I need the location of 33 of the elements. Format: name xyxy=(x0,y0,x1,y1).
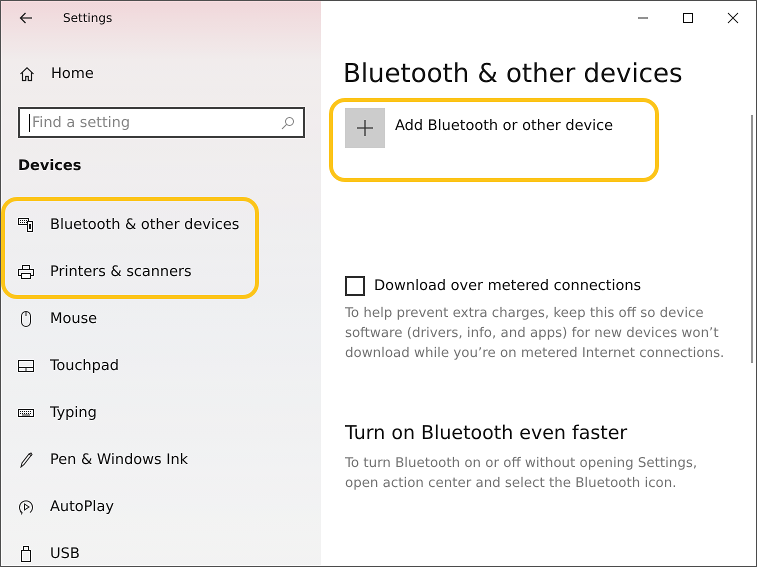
home-link[interactable]: Home xyxy=(1,62,94,86)
window-title: Settings xyxy=(63,11,112,25)
add-device-button[interactable]: Add Bluetooth or other device xyxy=(345,108,613,148)
metered-checkbox[interactable]: Download over metered connections xyxy=(345,276,642,296)
nav-item[interactable]: Pen & Windows Ink xyxy=(1,436,188,483)
checkbox[interactable] xyxy=(345,276,365,296)
page-title: Bluetooth & other devices xyxy=(343,58,682,90)
plus-icon xyxy=(345,108,385,148)
section-heading: Turn on Bluetooth even faster xyxy=(345,421,628,446)
mouse-icon xyxy=(18,310,34,326)
nav-item[interactable]: USB xyxy=(1,530,80,566)
bluetooth-tip: To turn Bluetooth on or off without opening Settings, open action center and select the Bluetooth icon. xyxy=(345,455,698,493)
search-box[interactable]: Find a setting xyxy=(18,107,305,138)
nav-item[interactable]: Printers & scanners xyxy=(1,248,192,295)
pen-icon xyxy=(18,452,34,468)
search-field[interactable]: Find a setting xyxy=(29,114,281,132)
nav-item[interactable]: Bluetooth & other devices xyxy=(1,201,240,248)
usb-icon xyxy=(18,546,34,562)
nav-item[interactable]: Touchpad xyxy=(1,342,119,389)
nav-item[interactable]: AutoPlay xyxy=(1,483,114,530)
search-icon xyxy=(281,116,295,130)
keyboard-phone-icon xyxy=(18,216,34,232)
touchpad-icon xyxy=(18,358,34,374)
play-circle-icon xyxy=(18,498,34,514)
back-arrow-icon[interactable] xyxy=(19,12,33,24)
close-icon[interactable] xyxy=(727,12,739,24)
nav-item[interactable]: Mouse xyxy=(1,295,98,342)
printer-icon xyxy=(18,264,34,280)
nav-item[interactable]: Typing xyxy=(1,389,97,436)
maximize-icon[interactable] xyxy=(682,12,694,24)
metered-description: To help prevent extra charges, keep this off so device software (drivers, info, and apps) for new devices won’t download while you’re on metered Internet connections. xyxy=(345,305,726,363)
section-heading: Devices xyxy=(18,158,82,176)
house-icon xyxy=(19,66,35,82)
